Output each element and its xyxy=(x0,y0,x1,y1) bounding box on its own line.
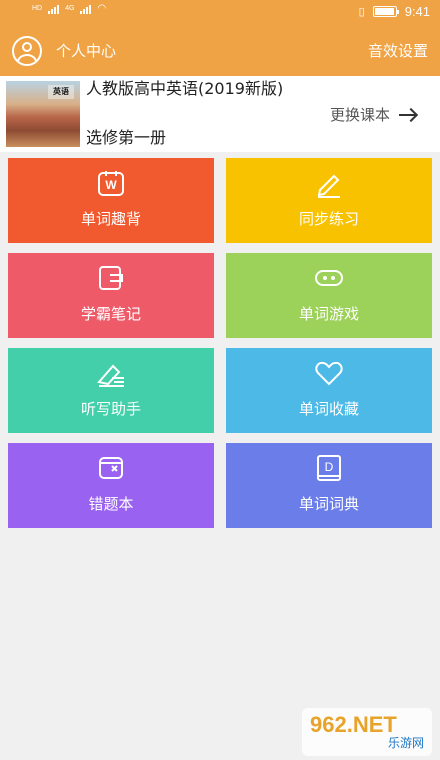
tile-label: 学霸笔记 xyxy=(80,305,141,323)
signal-icon-2 xyxy=(80,4,92,14)
svg-text:D: D xyxy=(325,460,334,474)
gamepad-icon xyxy=(315,270,343,286)
pencil-icon xyxy=(317,174,340,198)
tile-word-memorize[interactable]: W 单词趣背 xyxy=(8,158,214,243)
tile-wrong-questions[interactable]: 错题本 xyxy=(8,443,214,528)
wifi-icon: ◠ xyxy=(97,3,107,14)
tile-label: 错题本 xyxy=(88,495,134,513)
network-type: 4G xyxy=(65,5,75,12)
signal-icon xyxy=(48,4,60,14)
watermark-brand: 962.NET xyxy=(310,712,397,737)
site-watermark: 962.NET 乐游网 xyxy=(302,708,432,756)
svg-text:W: W xyxy=(105,178,117,192)
tile-word-dictionary[interactable]: D 单词词典 xyxy=(226,443,432,528)
tile-dictation-helper[interactable]: 听写助手 xyxy=(8,348,214,433)
cover-title: 英语 xyxy=(48,85,74,99)
watermark-site: 乐游网 xyxy=(387,736,424,750)
network-label: HD xyxy=(32,5,43,12)
tile-sync-practice[interactable]: 同步练习 xyxy=(226,158,432,243)
app-bar: 个人中心 音效设置 xyxy=(0,26,440,76)
heart-icon xyxy=(315,361,343,386)
tile-word-game[interactable]: 单词游戏 xyxy=(226,253,432,338)
book-volume: 选修第一册 xyxy=(86,128,167,147)
change-textbook-button[interactable]: 更换课本 xyxy=(330,104,418,125)
battery-icon xyxy=(372,6,399,17)
vibrate-icon: ▯ xyxy=(358,6,365,18)
tile-top-notes[interactable]: 学霸笔记 xyxy=(8,253,214,338)
tile-label: 单词收藏 xyxy=(298,400,359,418)
eraser-pen-icon xyxy=(97,364,124,387)
signal-area: HD 4G ◠ xyxy=(32,3,106,14)
tile-word-favorites[interactable]: 单词收藏 xyxy=(226,348,432,433)
tile-label: 单词趣背 xyxy=(80,210,141,228)
wrong-book-icon xyxy=(99,457,123,479)
sound-settings-button[interactable]: 音效设置 xyxy=(368,40,428,61)
tile-label: 单词游戏 xyxy=(298,305,359,323)
tile-label: 听写助手 xyxy=(80,400,141,418)
tile-label: 单词词典 xyxy=(298,495,359,513)
change-textbook-label: 更换课本 xyxy=(329,106,390,124)
tile-label: 同步练习 xyxy=(298,210,359,228)
avatar-icon[interactable] xyxy=(12,36,42,66)
dictionary-d-icon: D xyxy=(317,455,341,481)
clock: 9:41 xyxy=(404,4,430,19)
book-cover: 英语 xyxy=(6,81,80,147)
status-bar: HD 4G ◠ ▯ 9:41 xyxy=(0,0,440,26)
word-w-icon: W xyxy=(98,171,124,196)
personal-center-link[interactable]: 个人中心 xyxy=(56,40,116,61)
status-right: ▯ 9:41 xyxy=(359,4,430,19)
book-title: 人教版高中英语(2019新版) xyxy=(86,79,284,98)
current-textbook[interactable]: 英语 人教版高中英语(2019新版) 选修第一册 更换课本 xyxy=(0,76,440,152)
notebook-icon xyxy=(99,266,123,290)
arrow-right-icon xyxy=(398,107,418,123)
